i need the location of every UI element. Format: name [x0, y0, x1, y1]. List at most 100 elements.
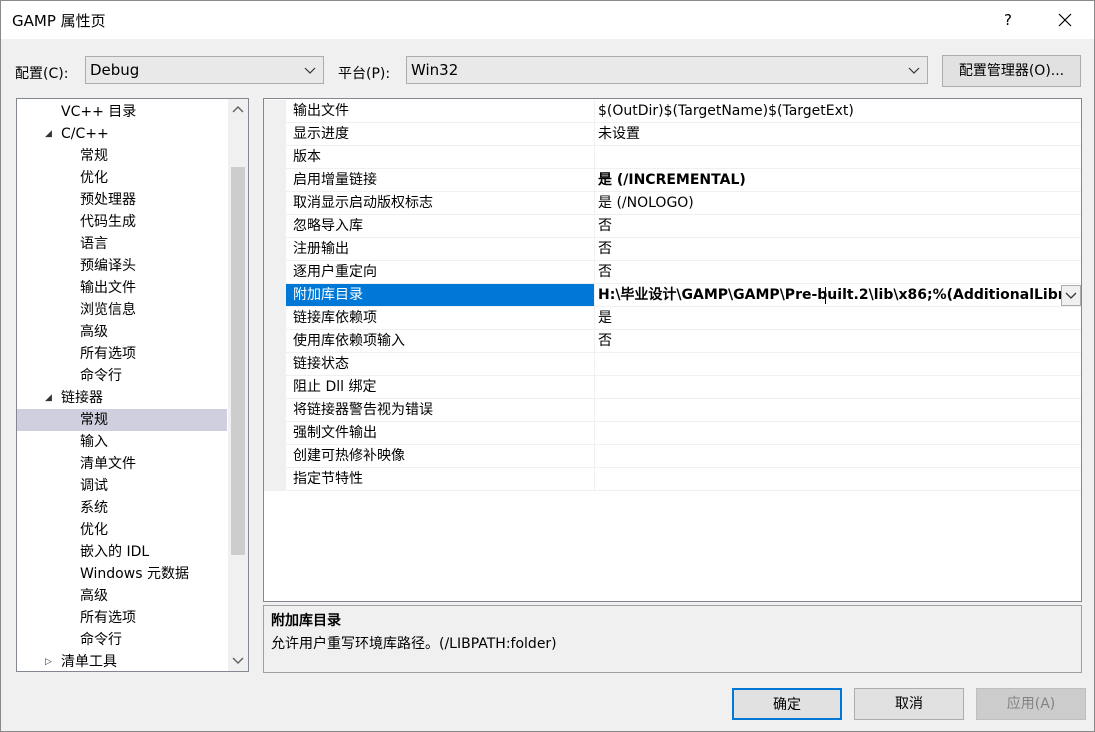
scroll-up-icon[interactable] [228, 101, 248, 119]
property-name: 忽略导入库 [286, 215, 594, 238]
property-row[interactable]: 创建可热修补映像 [264, 445, 1081, 468]
property-row[interactable]: 输出文件 $(OutDir)$(TargetName)$(TargetExt) [264, 100, 1081, 123]
tree-item[interactable]: ▷ 清单工具 [17, 651, 227, 671]
tree-item-label: 常规 [80, 412, 108, 428]
tree-item[interactable]: 常规 [17, 145, 227, 167]
tree-item[interactable]: 浏览信息 [17, 299, 227, 321]
property-value: 否 [594, 261, 1081, 284]
tree-item[interactable]: 清单文件 [17, 453, 227, 475]
tree-item-label: 系统 [80, 500, 108, 516]
platform-combo[interactable]: Win32 [406, 56, 928, 84]
tree-item[interactable]: 优化 [17, 519, 227, 541]
property-name: 附加库目录 [286, 284, 594, 307]
property-name: 强制文件输出 [286, 422, 594, 445]
property-value-text: 未设置 [598, 126, 640, 142]
property-value: 否 [594, 238, 1081, 261]
property-row[interactable]: 版本 [264, 146, 1081, 169]
property-value-text: 否 [598, 333, 612, 349]
tree-item[interactable]: 语言 [17, 233, 227, 255]
property-name: 使用库依赖项输入 [286, 330, 594, 353]
row-gutter [264, 330, 286, 353]
tree-item-label: 预编译头 [80, 258, 136, 274]
config-combo[interactable]: Debug [85, 56, 324, 84]
close-button[interactable] [1042, 5, 1088, 35]
tree-item-label: C/C++ [61, 126, 109, 142]
property-row[interactable]: 链接状态 [264, 353, 1081, 376]
property-row[interactable]: 指定节特性 [264, 468, 1081, 491]
tree-item-label: 所有选项 [80, 346, 136, 362]
text-caret [825, 287, 826, 304]
property-name: 逐用户重定向 [286, 261, 594, 284]
property-row[interactable]: 取消显示启动版权标志是 (/NOLOGO) [264, 192, 1081, 215]
tree-item-label: 输出文件 [80, 280, 136, 296]
tree-item[interactable]: VC++ 目录 [17, 101, 227, 123]
property-name: 启用增量链接 [286, 169, 594, 192]
collapsed-arrow-icon[interactable]: ▷ [45, 651, 52, 671]
row-gutter [264, 261, 286, 284]
property-value: 是 (/NOLOGO) [594, 192, 1081, 215]
property-value-text: H:\毕业设计\GAMP\GAMP\Pre-built.2\lib\x86;%(… [598, 287, 1081, 303]
property-row[interactable]: 逐用户重定向否 [264, 261, 1081, 284]
tree-item[interactable]: 输入 [17, 431, 227, 453]
tree-item[interactable]: 预编译头 [17, 255, 227, 277]
tree-item-label: 优化 [80, 170, 108, 186]
tree-item-label: 命令行 [80, 632, 122, 648]
property-row[interactable]: 使用库依赖项输入否 [264, 330, 1081, 353]
scroll-down-icon[interactable] [228, 651, 248, 669]
tree-item[interactable]: 命令行 [17, 365, 227, 387]
property-name: 链接状态 [286, 353, 594, 376]
tree-item[interactable]: 调试 [17, 475, 227, 497]
tree-item-label: 常规 [80, 148, 108, 164]
property-row[interactable]: 启用增量链接是 (/INCREMENTAL) [264, 169, 1081, 192]
tree-item[interactable]: 常规 [17, 409, 227, 431]
property-value: 是 (/INCREMENTAL) [594, 169, 1081, 192]
property-name: 显示进度 [286, 123, 594, 146]
tree-item[interactable]: 代码生成 [17, 211, 227, 233]
tree-item[interactable]: ◢ 链接器 [17, 387, 227, 409]
chevron-down-icon [1065, 292, 1077, 299]
tree-item[interactable]: 预处理器 [17, 189, 227, 211]
scrollbar-thumb[interactable] [231, 167, 245, 555]
property-row[interactable]: 附加库目录 H:\毕业设计\GAMP\GAMP\Pre-built.2\lib\x… [264, 284, 1081, 307]
row-gutter [264, 146, 286, 169]
tree-scrollbar[interactable] [228, 99, 248, 671]
tree-item[interactable]: ◢ C/C++ [17, 123, 227, 145]
property-row[interactable]: 将链接器警告视为错误 [264, 399, 1081, 422]
tree-item-label: 嵌入的 IDL [80, 544, 150, 560]
ok-button[interactable]: 确定 [732, 688, 842, 720]
cancel-button[interactable]: 取消 [854, 688, 964, 720]
tree-item[interactable]: Windows 元数据 [17, 563, 227, 585]
tree-item[interactable]: 优化 [17, 167, 227, 189]
property-row[interactable]: 注册输出否 [264, 238, 1081, 261]
property-name: 链接库依赖项 [286, 307, 594, 330]
row-gutter [264, 468, 286, 491]
tree-item-label: 语言 [80, 236, 108, 252]
expanded-arrow-icon[interactable]: ◢ [45, 387, 52, 409]
property-row[interactable]: 链接库依赖项是 [264, 307, 1081, 330]
tree-item[interactable]: 嵌入的 IDL [17, 541, 227, 563]
tree-item[interactable]: 高级 [17, 585, 227, 607]
property-row[interactable]: 忽略导入库否 [264, 215, 1081, 238]
tree-item[interactable]: 命令行 [17, 629, 227, 651]
apply-button[interactable]: 应用(A) [976, 688, 1086, 720]
property-row[interactable]: 强制文件输出 [264, 422, 1081, 445]
tree-item[interactable]: 系统 [17, 497, 227, 519]
chevron-down-icon [304, 67, 316, 74]
description-text: 允许用户重写环境库路径。(/LIBPATH:folder) [271, 636, 557, 652]
property-name: 阻止 Dll 绑定 [286, 376, 594, 399]
property-value-text: 否 [598, 241, 612, 257]
help-button[interactable]: ? [986, 5, 1030, 35]
tree-item[interactable]: 所有选项 [17, 343, 227, 365]
property-value[interactable]: H:\毕业设计\GAMP\GAMP\Pre-built.2\lib\x86;%(… [594, 284, 1081, 307]
property-row[interactable]: 显示进度 未设置 [264, 123, 1081, 146]
tree-item-label: Windows 元数据 [80, 566, 189, 582]
property-row[interactable]: 阻止 Dll 绑定 [264, 376, 1081, 399]
tree-item[interactable]: 输出文件 [17, 277, 227, 299]
tree-item[interactable]: 高级 [17, 321, 227, 343]
tree-item[interactable]: 所有选项 [17, 607, 227, 629]
tree-item-label: 浏览信息 [80, 302, 136, 318]
config-manager-button[interactable]: 配置管理器(O)... [942, 55, 1081, 87]
row-gutter [264, 284, 286, 307]
value-dropdown-button[interactable] [1061, 285, 1081, 306]
expanded-arrow-icon[interactable]: ◢ [45, 123, 52, 145]
